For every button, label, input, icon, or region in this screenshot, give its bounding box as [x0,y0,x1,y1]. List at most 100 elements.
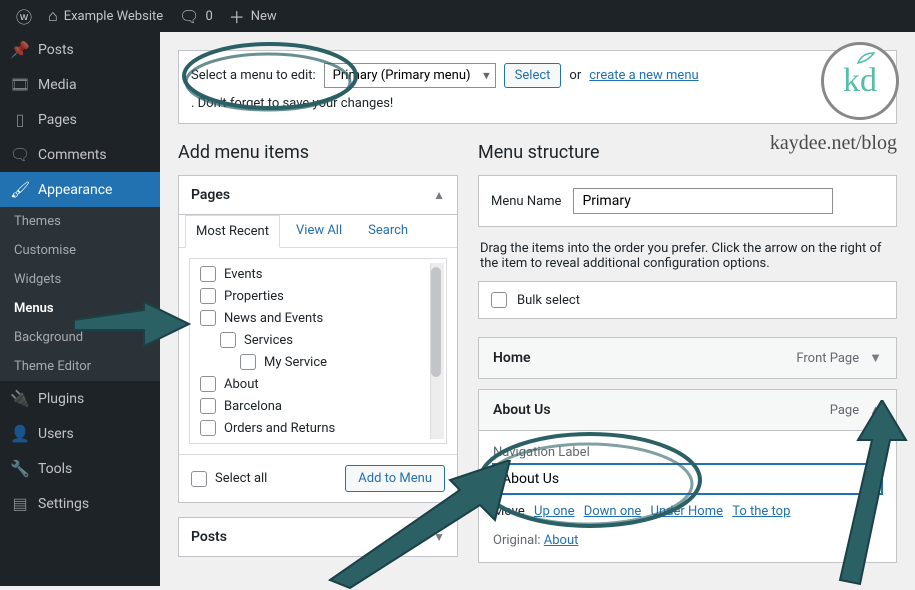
create-new-menu-link[interactable]: create a new menu [589,68,698,83]
scrollbar-thumb[interactable] [431,267,441,377]
user-icon: 👤 [10,424,30,443]
posts-accordion: Posts ▼ [178,517,458,557]
caret-down-icon[interactable]: ▼ [869,350,882,366]
select-menu-button[interactable]: Select [504,63,562,88]
navigation-label-input[interactable] [493,464,882,494]
appearance-submenu: Themes Customise Widgets Menus Backgroun… [0,207,160,381]
submenu-theme-editor[interactable]: Theme Editor [0,352,160,381]
content-area: Select a menu to edit: Primary (Primary … [160,32,915,586]
page-row[interactable]: About [190,373,446,395]
posts-accordion-title: Posts [191,529,227,545]
menu-item-settings[interactable]: ▤Settings [0,486,160,521]
menu-item-tools[interactable]: 🔧 Tools [0,451,160,486]
or-text: or [569,68,581,83]
menu-item-users[interactable]: 👤Users [0,416,160,451]
pages-checklist[interactable]: Events Properties News and Events Servic… [190,263,446,439]
checkbox[interactable] [200,398,216,414]
page-row[interactable]: Services [190,329,446,351]
original-link[interactable]: About [544,533,579,548]
kd-logo-text: kd [843,62,877,100]
checkbox[interactable] [200,310,216,326]
menu-select-dropdown[interactable]: Primary (Primary menu) [324,63,496,88]
menu-item-plugins[interactable]: 🔌 Plugins [0,381,160,416]
checkbox[interactable] [200,266,216,282]
menu-item-about[interactable]: About Us Page▲ [478,389,897,431]
select-all-label: Select all [215,471,267,486]
menu-item-settings: Navigation Label Move Up one Down one Un… [478,431,897,563]
tab-search[interactable]: Search [358,215,418,247]
submenu-widgets[interactable]: Widgets [0,265,160,294]
tab-view-all[interactable]: View All [286,215,352,247]
caret-up-icon[interactable]: ▲ [869,402,882,418]
wordpress-icon: ⓦ [16,4,32,28]
new-content-link[interactable]: ＋New [221,0,285,32]
page-row[interactable]: Barcelona [190,395,446,417]
wrench-icon: 🔧 [10,459,30,478]
submenu-background[interactable]: Background [0,323,160,352]
submenu-customise[interactable]: Customise [0,236,160,265]
wp-logo[interactable]: ⓦ [8,0,40,32]
checkbox[interactable] [240,354,256,370]
page-label: About [224,377,259,392]
admin-menu: 📌Posts 🎞Media ▯ Pages 🗨Comments 🖌Appearan… [0,32,160,586]
menu-label: Pages [38,112,77,128]
caret-down-icon: ▼ [433,530,445,544]
menu-label: Plugins [38,391,84,407]
tab-most-recent[interactable]: Most Recent [185,215,280,248]
menu-item-title: About Us [493,402,551,418]
checkbox[interactable] [200,420,216,436]
bulk-select-checkbox[interactable] [491,292,507,308]
menu-label: Settings [38,496,89,512]
page-label: Services [244,333,293,348]
plugin-icon: 🔌 [10,389,30,408]
checkbox[interactable] [191,471,207,487]
tail-text: . Don't forget to save your changes! [191,96,393,111]
page-row[interactable]: Orders and Returns [190,417,446,439]
home-icon: ⌂ [48,6,58,26]
site-home-link[interactable]: ⌂Example Website [40,0,171,32]
page-label: News and Events [224,311,323,326]
page-row[interactable]: Properties [190,285,446,307]
pages-accordion-header[interactable]: Pages ▲ [179,176,457,215]
pages-accordion-title: Pages [191,187,230,203]
scrollbar[interactable] [430,263,444,439]
pages-icon: ▯ [10,110,30,129]
new-label: New [251,9,277,24]
submenu-menus[interactable]: Menus [0,294,160,323]
posts-accordion-header[interactable]: Posts ▼ [179,518,457,556]
page-row[interactable]: My Service [190,351,446,373]
page-row[interactable]: Events [190,263,446,285]
menu-item-appearance[interactable]: 🖌Appearance [0,172,160,207]
checkbox[interactable] [200,376,216,392]
menu-label: Tools [38,461,72,477]
comments-link[interactable]: 🗨0 [171,0,221,32]
checkbox[interactable] [220,332,236,348]
move-row: Move Up one Down one Under Home To the t… [493,504,882,519]
select-all-row[interactable]: Select all [191,471,267,487]
page-label: Barcelona [224,399,282,414]
bulk-select-label: Bulk select [517,293,580,308]
page-row[interactable]: News and Events [190,307,446,329]
caret-up-icon: ▲ [433,188,445,202]
submenu-themes[interactable]: Themes [0,207,160,236]
move-under-link[interactable]: Under Home [651,504,723,519]
media-icon: 🎞 [10,75,30,94]
add-to-menu-button[interactable]: Add to Menu [345,465,445,492]
move-top-link[interactable]: To the top [732,504,790,519]
checkbox[interactable] [200,288,216,304]
navigation-label-field-label: Navigation Label [493,445,882,460]
menu-name-input[interactable] [573,188,833,214]
menu-name-row: Menu Name [478,175,897,227]
menu-item-home[interactable]: Home Front Page▼ [478,337,897,379]
menu-item-media[interactable]: 🎞Media [0,67,160,102]
comment-icon: 🗨 [179,7,199,26]
move-up-link[interactable]: Up one [534,504,574,519]
page-label: Events [224,267,262,282]
page-label: My Service [264,355,327,370]
menu-item-posts[interactable]: 📌Posts [0,32,160,67]
move-down-link[interactable]: Down one [584,504,642,519]
menu-item-pages[interactable]: ▯ Pages [0,102,160,137]
menu-item-title: Home [493,350,531,366]
menu-item-comments[interactable]: 🗨Comments [0,137,160,172]
page-label: Orders and Returns [224,421,335,436]
